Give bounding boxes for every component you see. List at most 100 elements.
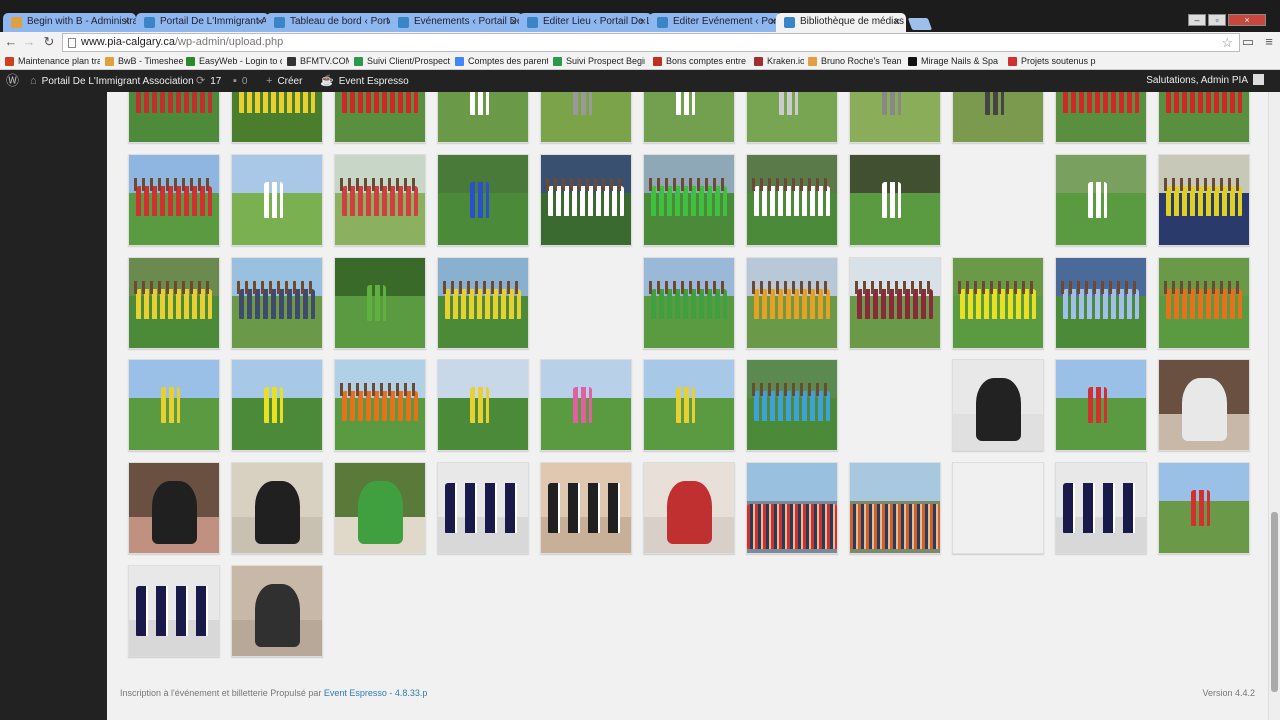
media-thumbnail[interactable] <box>746 257 838 349</box>
account-menu[interactable]: Salutations, Admin PIA <box>1146 70 1264 92</box>
media-thumbnail[interactable] <box>643 154 735 246</box>
media-thumbnail[interactable] <box>231 154 323 246</box>
media-thumbnail[interactable] <box>128 257 220 349</box>
media-thumbnail[interactable] <box>746 154 838 246</box>
menu-icon[interactable]: ≡ <box>1261 34 1277 50</box>
media-thumbnail[interactable] <box>746 92 838 143</box>
bookmark-item[interactable]: Suivi Client/Prospect <box>354 55 450 68</box>
new-tab-button[interactable] <box>907 18 933 30</box>
tab-close-icon[interactable]: × <box>511 13 517 31</box>
browser-tab[interactable]: Editer Lieu ‹ Portail De L'I × <box>519 13 652 32</box>
restore-button[interactable]: ▫ <box>1208 14 1226 26</box>
reload-icon[interactable]: ↻ <box>41 34 57 50</box>
bookmark-item[interactable]: Mirage Nails & Spa | <box>908 55 1000 68</box>
media-thumbnail[interactable] <box>643 359 735 451</box>
media-thumbnail[interactable] <box>334 359 426 451</box>
media-thumbnail[interactable] <box>231 462 323 554</box>
tab-close-icon[interactable]: × <box>640 13 646 31</box>
browser-tab[interactable]: Editer Evénement ‹ Portai × <box>649 13 782 32</box>
back-arrow-icon[interactable]: ← <box>3 34 19 50</box>
media-thumbnail[interactable] <box>1158 92 1250 143</box>
tab-close-icon[interactable]: × <box>894 13 900 31</box>
tab-close-icon[interactable]: × <box>124 13 130 31</box>
media-thumbnail[interactable] <box>1055 92 1147 143</box>
bookmark-item[interactable]: BwB - Timesheet <box>105 55 183 68</box>
media-thumbnail[interactable] <box>746 462 838 554</box>
media-thumbnail[interactable] <box>128 154 220 246</box>
event-espresso-footer-link[interactable]: Event Espresso - 4.8.33.p <box>324 688 428 698</box>
media-thumbnail[interactable] <box>540 154 632 246</box>
bookmark-item[interactable]: Maintenance plan tra <box>5 55 100 68</box>
bookmark-item[interactable]: Bons comptes entre a <box>653 55 749 68</box>
media-thumbnail[interactable] <box>231 257 323 349</box>
event-espresso-link[interactable]: ☕ Event Espresso <box>320 70 409 92</box>
media-thumbnail[interactable] <box>231 359 323 451</box>
address-bar[interactable]: www.pia-calgary.ca/wp-admin/upload.php ☆ <box>62 33 1240 52</box>
new-content-link[interactable]: + Créer <box>266 70 302 92</box>
media-thumbnail[interactable] <box>437 257 529 349</box>
comments-link[interactable]: ▪ 0 <box>233 70 247 92</box>
browser-tab[interactable]: Tableau de bord ‹ Portail× <box>266 13 399 32</box>
media-thumbnail[interactable] <box>128 92 220 143</box>
media-thumbnail[interactable] <box>334 154 426 246</box>
media-thumbnail[interactable] <box>1158 462 1250 554</box>
wordpress-logo-icon[interactable]: Ⓦ <box>6 70 24 92</box>
media-thumbnail[interactable] <box>437 462 529 554</box>
media-thumbnail[interactable] <box>231 92 323 143</box>
bookmark-star-icon[interactable]: ☆ <box>1221 34 1233 51</box>
media-thumbnail[interactable] <box>540 92 632 143</box>
media-thumbnail[interactable] <box>849 154 941 246</box>
media-thumbnail[interactable] <box>1158 359 1250 451</box>
media-thumbnail[interactable] <box>952 257 1044 349</box>
media-thumbnail[interactable] <box>231 565 323 657</box>
bookmark-item[interactable]: Kraken.io <box>754 55 804 68</box>
media-thumbnail[interactable] <box>746 359 838 451</box>
media-thumbnail[interactable] <box>1055 359 1147 451</box>
media-thumbnail[interactable] <box>952 92 1044 143</box>
media-thumbnail[interactable] <box>437 154 529 246</box>
scrollbar-thumb[interactable] <box>1271 512 1278 692</box>
media-thumbnail[interactable] <box>1055 154 1147 246</box>
tab-favicon-icon <box>144 17 155 28</box>
media-thumbnail[interactable] <box>128 462 220 554</box>
media-thumbnail[interactable] <box>1158 154 1250 246</box>
close-window-button[interactable]: × <box>1228 14 1266 26</box>
bookmark-item[interactable]: Projets soutenus par <box>1008 55 1096 68</box>
browser-tab[interactable]: Evénements ‹ Portail De L × <box>390 13 523 32</box>
page-scrollbar[interactable] <box>1268 92 1280 720</box>
site-name-link[interactable]: ⌂ Portail De L'Immigrant Association <box>30 70 194 92</box>
media-thumbnail[interactable] <box>643 92 735 143</box>
tab-close-icon[interactable]: × <box>257 13 263 31</box>
media-thumbnail[interactable] <box>849 92 941 143</box>
bookmark-item[interactable]: BFMTV.COM <box>287 55 349 68</box>
bookmark-item[interactable]: Comptes des parents <box>455 55 548 68</box>
media-thumbnail[interactable] <box>540 359 632 451</box>
media-thumbnail[interactable] <box>437 359 529 451</box>
forward-arrow-icon[interactable]: → <box>21 34 37 50</box>
media-thumbnail[interactable] <box>1158 257 1250 349</box>
minimize-button[interactable]: – <box>1188 14 1206 26</box>
bookmark-item[interactable]: Suivi Prospect Begin <box>553 55 645 68</box>
media-thumbnail[interactable] <box>952 462 1044 554</box>
updates-link[interactable]: ⟳ 17 <box>196 70 221 92</box>
media-thumbnail[interactable] <box>643 462 735 554</box>
media-thumbnail[interactable] <box>334 462 426 554</box>
media-thumbnail[interactable] <box>952 359 1044 451</box>
browser-tab[interactable]: Begin with B - Administra × <box>3 13 136 32</box>
media-thumbnail[interactable] <box>128 359 220 451</box>
media-thumbnail[interactable] <box>334 257 426 349</box>
bookmark-item[interactable]: Bruno Roche's Team <box>808 55 901 68</box>
media-thumbnail[interactable] <box>540 462 632 554</box>
bookmark-item[interactable]: EasyWeb - Login to o <box>186 55 282 68</box>
media-thumbnail[interactable] <box>128 565 220 657</box>
media-thumbnail[interactable] <box>849 462 941 554</box>
browser-tab[interactable]: Bibliothèque de médias ‹ × <box>776 13 906 32</box>
media-thumbnail[interactable] <box>643 257 735 349</box>
media-thumbnail[interactable] <box>437 92 529 143</box>
media-thumbnail[interactable] <box>1055 462 1147 554</box>
media-thumbnail[interactable] <box>1055 257 1147 349</box>
cast-icon[interactable]: ▭ <box>1240 34 1256 50</box>
browser-tab[interactable]: Portail De L'Immigrant As × <box>136 13 269 32</box>
media-thumbnail[interactable] <box>334 92 426 143</box>
media-thumbnail[interactable] <box>849 257 941 349</box>
